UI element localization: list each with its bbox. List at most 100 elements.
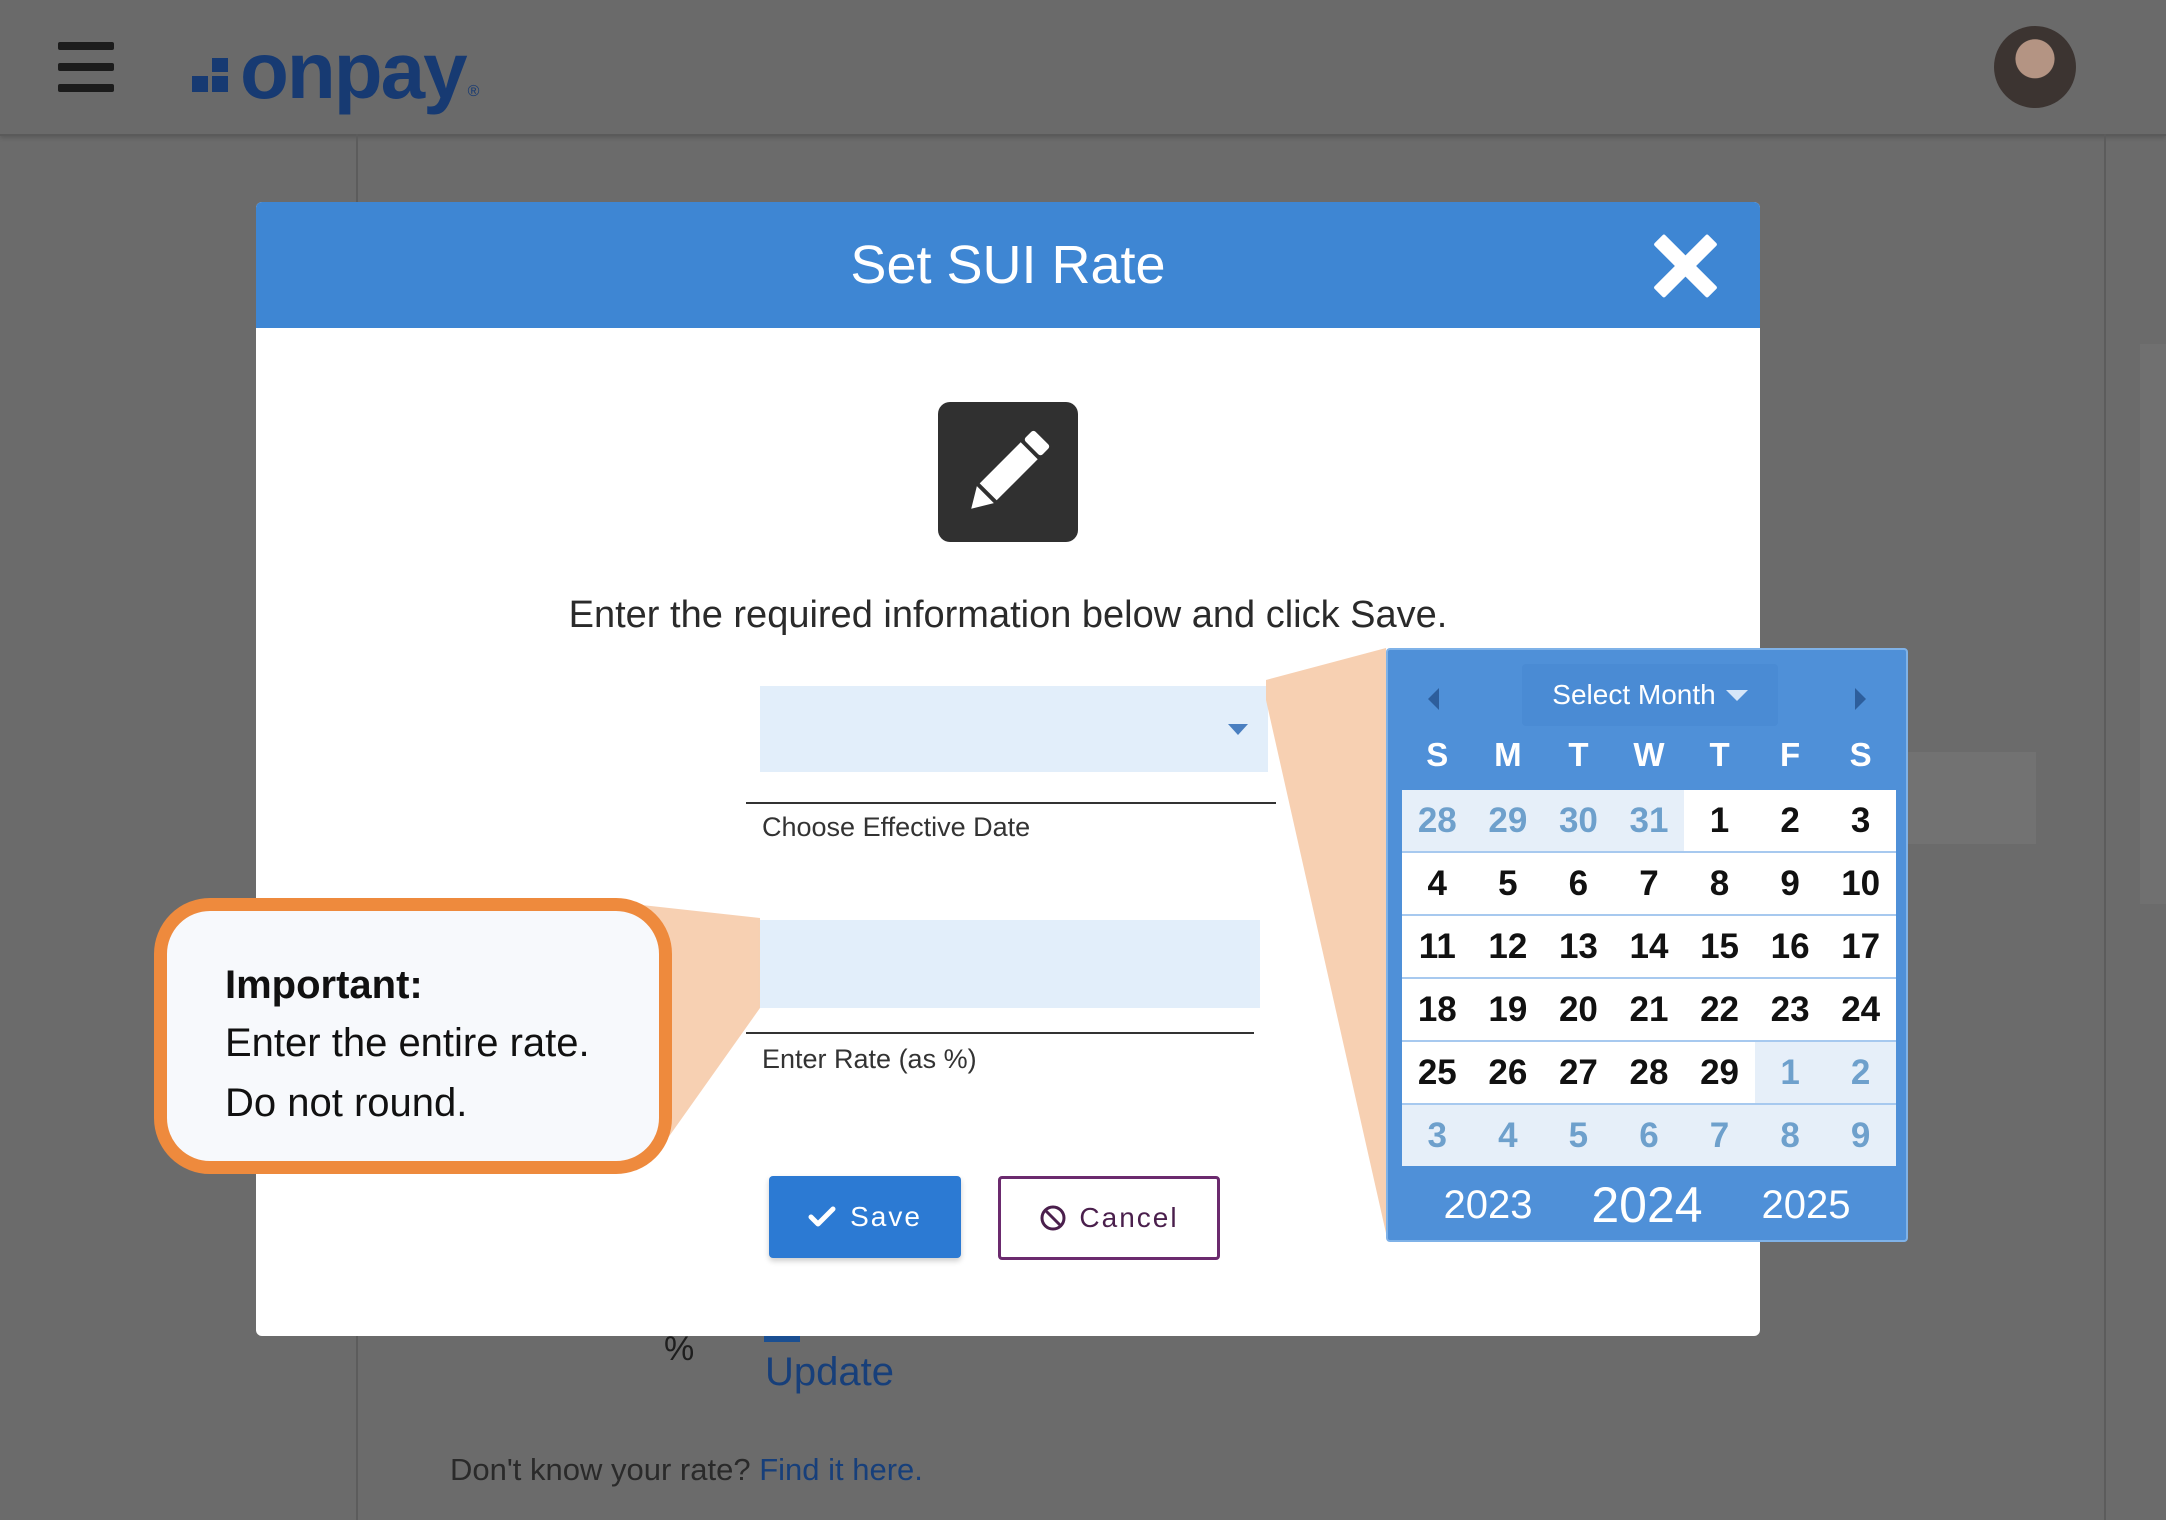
caret-down-icon <box>1725 689 1748 701</box>
important-callout: Important: Enter the entire rate. Do not… <box>154 898 672 1174</box>
next-month-icon[interactable] <box>1855 688 1866 710</box>
calendar-week: 28 29 30 31 1 2 3 <box>1402 790 1896 851</box>
month-select[interactable]: Select Month <box>1522 664 1778 726</box>
logo-mark-icon <box>192 58 234 100</box>
calendar-week: 3456789 <box>1402 1105 1896 1166</box>
update-link[interactable]: Update <box>765 1350 894 1395</box>
date-field-underline <box>746 802 1276 804</box>
calendar-day-other-month[interactable]: 29 <box>1472 790 1544 851</box>
calendar-day[interactable]: 13 <box>1543 916 1614 977</box>
calendar-day-other-month[interactable]: 8 <box>1754 1105 1826 1166</box>
calendar-day[interactable]: 10 <box>1825 853 1896 914</box>
dialog-header: Set SUI Rate <box>256 202 1760 328</box>
user-avatar[interactable] <box>1994 26 2076 108</box>
calendar-day[interactable]: 5 <box>1472 853 1544 914</box>
calendar-day[interactable]: 17 <box>1825 916 1896 977</box>
save-button-label: Save <box>850 1201 922 1232</box>
calendar-day-other-month[interactable]: 2 <box>1825 1042 1896 1103</box>
calendar-day[interactable]: 27 <box>1543 1042 1614 1103</box>
calendar-day[interactable]: 3 <box>1825 790 1896 851</box>
calendar-day[interactable]: 7 <box>1613 853 1685 914</box>
year-current[interactable]: 2024 <box>1567 1172 1727 1238</box>
month-select-label: Select Month <box>1552 679 1716 710</box>
calendar-day-other-month[interactable]: 5 <box>1543 1105 1614 1166</box>
calendar-day-other-month[interactable]: 28 <box>1402 790 1473 851</box>
calendar-day-other-month[interactable]: 30 <box>1543 790 1614 851</box>
chevron-down-icon[interactable] <box>1228 724 1248 735</box>
calendar-day-other-month[interactable]: 4 <box>1472 1105 1544 1166</box>
weekday-label: T <box>1709 736 1730 773</box>
close-icon[interactable] <box>1652 232 1720 300</box>
calendar-day[interactable]: 11 <box>1402 916 1473 977</box>
calendar-day[interactable]: 23 <box>1754 979 1826 1040</box>
dialog-title: Set SUI Rate <box>850 235 1166 295</box>
weekday-label: T <box>1568 736 1589 773</box>
year-selector: 2023 2024 2025 <box>1388 1172 1906 1238</box>
registered-mark: ® <box>467 83 480 100</box>
rate-field-underline <box>746 1032 1254 1034</box>
calendar-day[interactable]: 4 <box>1402 853 1473 914</box>
year-prev[interactable]: 2023 <box>1408 1172 1568 1238</box>
calendar-day[interactable]: 20 <box>1543 979 1614 1040</box>
calendar-day-other-month[interactable]: 31 <box>1613 790 1685 851</box>
weekday-label: S <box>1426 736 1449 773</box>
callout-line: Enter the entire rate. <box>225 1021 590 1065</box>
weekday-label: S <box>1849 736 1872 773</box>
dialog-instruction: Enter the required information below and… <box>568 594 1448 636</box>
onpay-logo[interactable]: onpay ® <box>192 26 479 116</box>
weekday-label: M <box>1494 736 1522 773</box>
calendar-day[interactable]: 24 <box>1825 979 1896 1040</box>
calendar-day[interactable]: 28 <box>1613 1042 1685 1103</box>
calendar-day-other-month[interactable]: 6 <box>1613 1105 1685 1166</box>
calendar-day[interactable]: 19 <box>1472 979 1544 1040</box>
calendar-day-other-month[interactable]: 3 <box>1402 1105 1473 1166</box>
calendar-day[interactable]: 12 <box>1472 916 1544 977</box>
rate-help-question: Don't know your rate? <box>450 1452 751 1487</box>
previous-month-icon[interactable] <box>1428 688 1439 710</box>
cancel-button[interactable]: Cancel <box>998 1176 1220 1260</box>
calendar-grid: 28 29 30 31 1 2 3 4 5 6 7 8 9 10 11 12 13 14 15 16 17 18 19 20 2… <box>1402 790 1896 1166</box>
effective-date-select[interactable] <box>760 686 1268 772</box>
calendar-day[interactable]: 16 <box>1754 916 1826 977</box>
calendar-day-other-month[interactable]: 7 <box>1684 1105 1755 1166</box>
calendar-week: 25 26 27 28 29 1 2 <box>1402 1042 1896 1103</box>
edit-pencil-icon <box>938 402 1078 542</box>
calendar-day-other-month[interactable]: 9 <box>1825 1105 1896 1166</box>
calendar-week: 4 5 6 7 8 9 10 <box>1402 853 1896 914</box>
effective-date-label: Choose Effective Date <box>762 812 1031 842</box>
calendar-day[interactable]: 15 <box>1684 916 1755 977</box>
calendar-day[interactable]: 8 <box>1684 853 1755 914</box>
calendar-day[interactable]: 26 <box>1472 1042 1544 1103</box>
calendar-day[interactable]: 1 <box>1684 790 1755 851</box>
ban-icon <box>1040 1205 1066 1231</box>
page-divider <box>2104 134 2106 1520</box>
rate-field-label: Enter Rate (as %) <box>762 1044 977 1074</box>
weekday-label: W <box>1633 736 1665 773</box>
logo-text: onpay <box>240 26 468 115</box>
cancel-button-label: Cancel <box>1079 1202 1179 1233</box>
page-scrollbar[interactable] <box>2140 344 2166 904</box>
calendar-day[interactable]: 22 <box>1684 979 1755 1040</box>
menu-icon[interactable] <box>58 42 114 92</box>
save-button[interactable]: Save <box>769 1176 961 1258</box>
weekday-label: F <box>1780 736 1801 773</box>
calendar-day[interactable]: 25 <box>1402 1042 1473 1103</box>
calendar-week: 18 19 20 21 22 23 24 <box>1402 979 1896 1040</box>
calendar-day[interactable]: 9 <box>1754 853 1826 914</box>
check-icon <box>808 1206 836 1227</box>
calendar-day[interactable]: 21 <box>1613 979 1685 1040</box>
calendar-day[interactable]: 6 <box>1543 853 1614 914</box>
calendar-day[interactable]: 18 <box>1402 979 1473 1040</box>
rate-help-text: Don't know your rate? Find it here. <box>450 1452 923 1488</box>
calendar-day[interactable]: 2 <box>1754 790 1826 851</box>
year-next[interactable]: 2025 <box>1726 1172 1886 1238</box>
calendar-day[interactable]: 29 <box>1684 1042 1755 1103</box>
callout-line: Do not round. <box>225 1081 468 1125</box>
rate-input[interactable] <box>758 920 1260 1008</box>
top-bar: onpay ® <box>0 0 2166 136</box>
calendar-week: 11 12 13 14 15 16 17 <box>1402 916 1896 977</box>
calendar-day-other-month[interactable]: 1 <box>1754 1042 1826 1103</box>
date-picker-calendar: Select Month S M T W T F S 28 29 30 31 1 2 3 4 5… <box>1386 648 1908 1242</box>
calendar-day[interactable]: 14 <box>1613 916 1685 977</box>
find-rate-link[interactable]: Find it here. <box>759 1452 923 1487</box>
